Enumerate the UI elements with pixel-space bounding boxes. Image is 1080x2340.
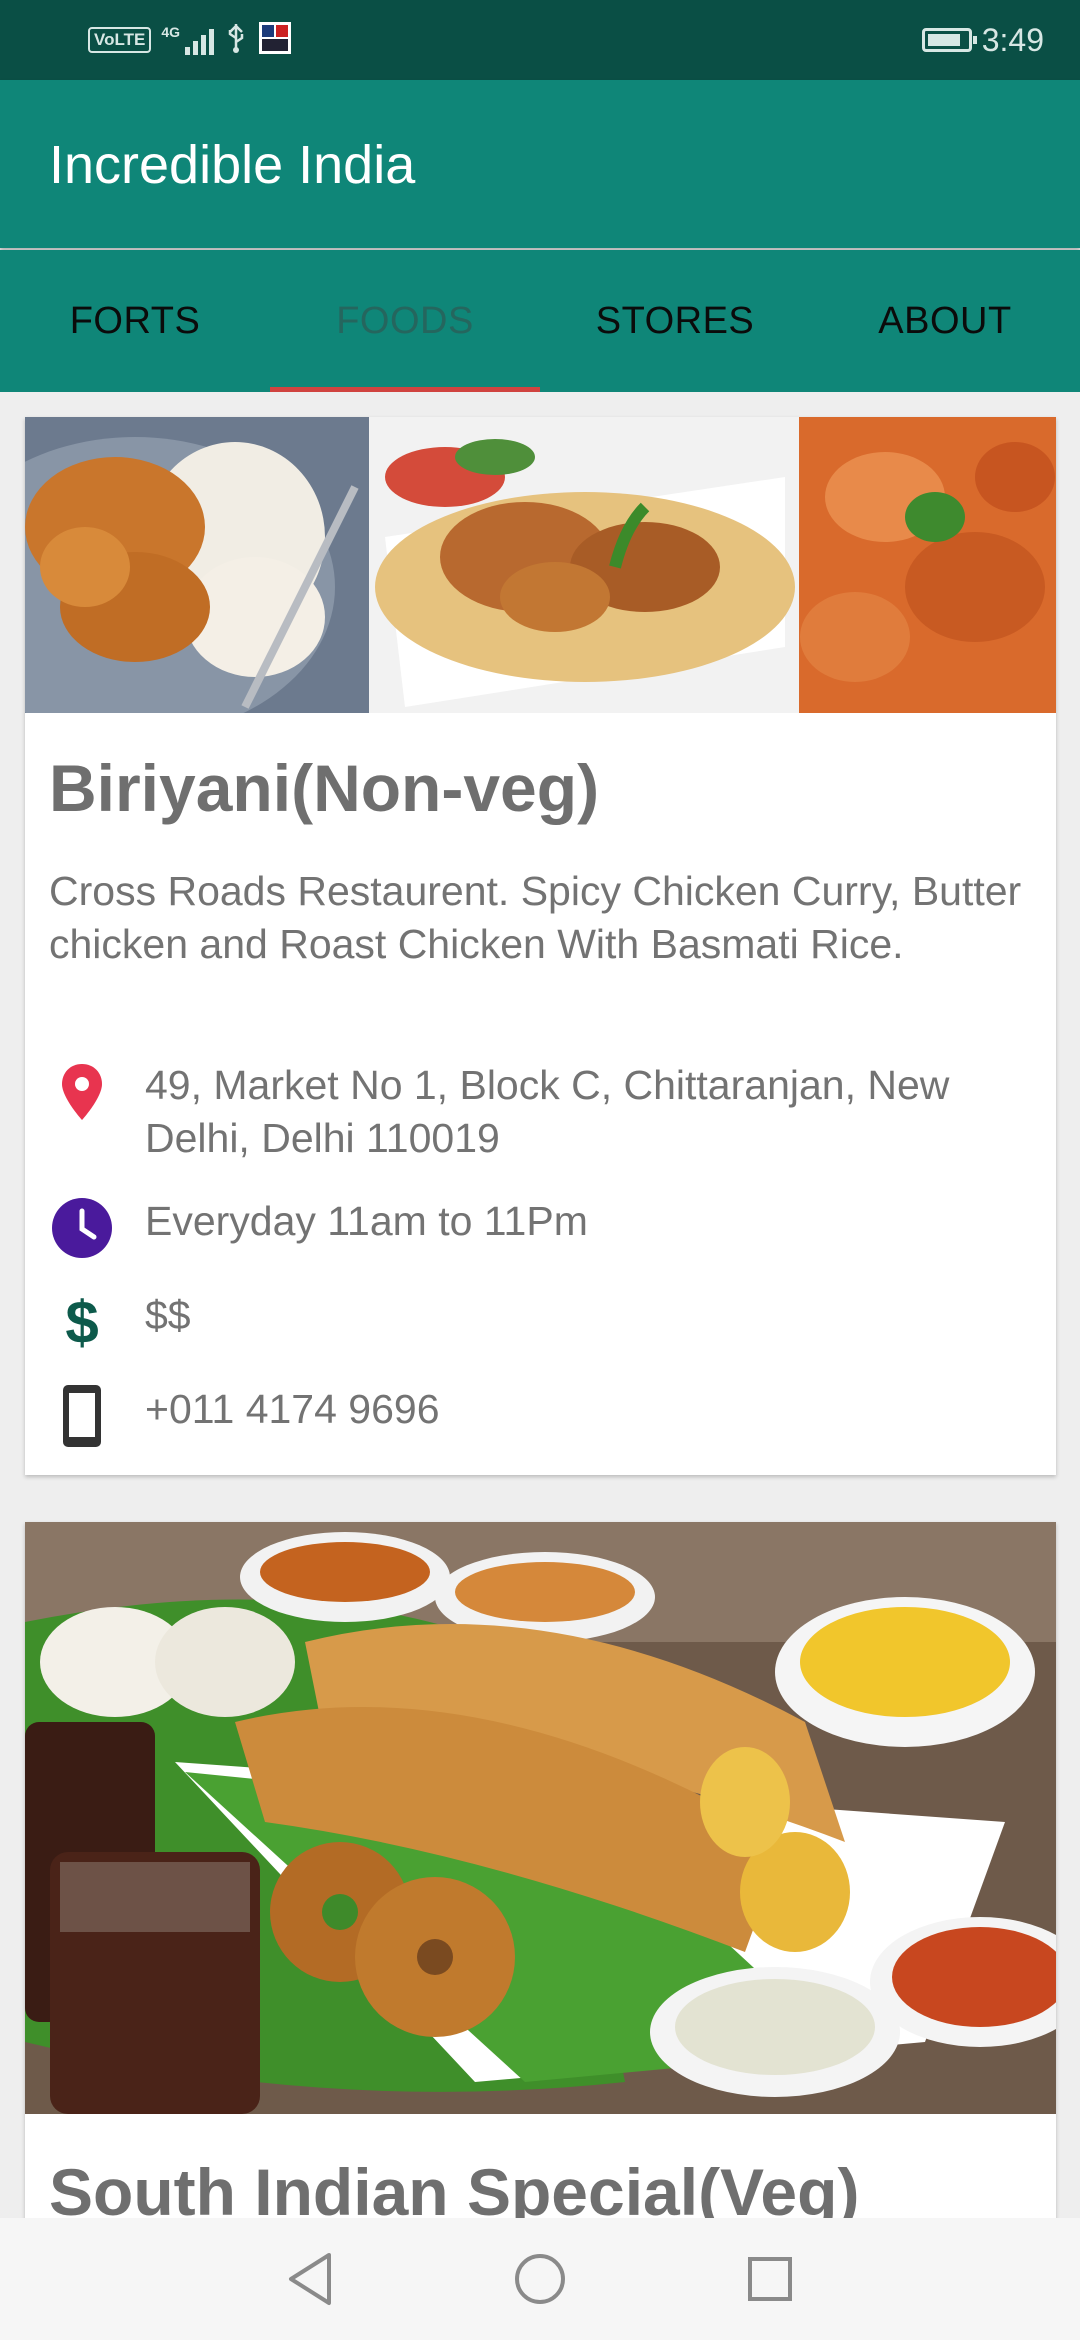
hours-text: Everyday 11am to 11Pm (145, 1198, 588, 1244)
location-pin-icon (49, 1059, 115, 1125)
home-icon[interactable] (500, 2239, 580, 2319)
back-icon[interactable] (270, 2239, 350, 2319)
tab-bar: FORTS FOODS STORES ABOUT (0, 250, 1080, 392)
status-left: VoLTE 4G (88, 21, 292, 60)
app-title: Incredible India (49, 135, 416, 195)
food-card[interactable]: Biriyani(Non-veg) Cross Roads Restaurent… (25, 417, 1056, 1475)
battery-icon (921, 28, 977, 52)
price-row: $ $$ (49, 1289, 1039, 1355)
status-bar: VoLTE 4G 3:49 (0, 0, 1080, 80)
tab-about[interactable]: ABOUT (810, 250, 1080, 392)
dollar-icon: $ (49, 1289, 115, 1355)
phone-text: +011 4174 9696 (145, 1386, 440, 1432)
address-text: 49, Market No 1, Block C, Chittaranjan, … (145, 1062, 950, 1161)
biriyani-image (25, 417, 1056, 713)
tab-stores[interactable]: STORES (540, 250, 810, 392)
tab-foods[interactable]: FOODS (270, 250, 540, 392)
food-card[interactable]: South Indian Special(Veg) (25, 1522, 1056, 2229)
status-right: 3:49 (921, 18, 1044, 62)
south-indian-image (25, 1522, 1056, 2114)
notification-app-icon (258, 21, 292, 60)
tab-forts[interactable]: FORTS (0, 250, 270, 392)
phone-icon (49, 1383, 115, 1449)
address-row[interactable]: 49, Market No 1, Block C, Chittaranjan, … (49, 1059, 1039, 1165)
volte-indicator: VoLTE (88, 27, 152, 53)
clock-icon (49, 1195, 115, 1261)
hours-row: Everyday 11am to 11Pm (49, 1195, 1039, 1261)
clock-time: 3:49 (981, 21, 1044, 58)
app-bar: Incredible India (0, 80, 1080, 248)
recents-icon[interactable] (730, 2239, 810, 2319)
signal-icon: 4G (161, 25, 214, 55)
svg-text:$: $ (65, 1291, 98, 1353)
phone-row[interactable]: +011 4174 9696 (49, 1383, 1039, 1449)
card-description: Cross Roads Restaurent. Spicy Chicken Cu… (49, 868, 1022, 967)
usb-icon (224, 22, 248, 59)
network-type: 4G (161, 24, 180, 40)
card-title: Biriyani(Non-veg) (49, 751, 600, 825)
navigation-bar (0, 2218, 1080, 2340)
price-text: $$ (145, 1292, 191, 1338)
